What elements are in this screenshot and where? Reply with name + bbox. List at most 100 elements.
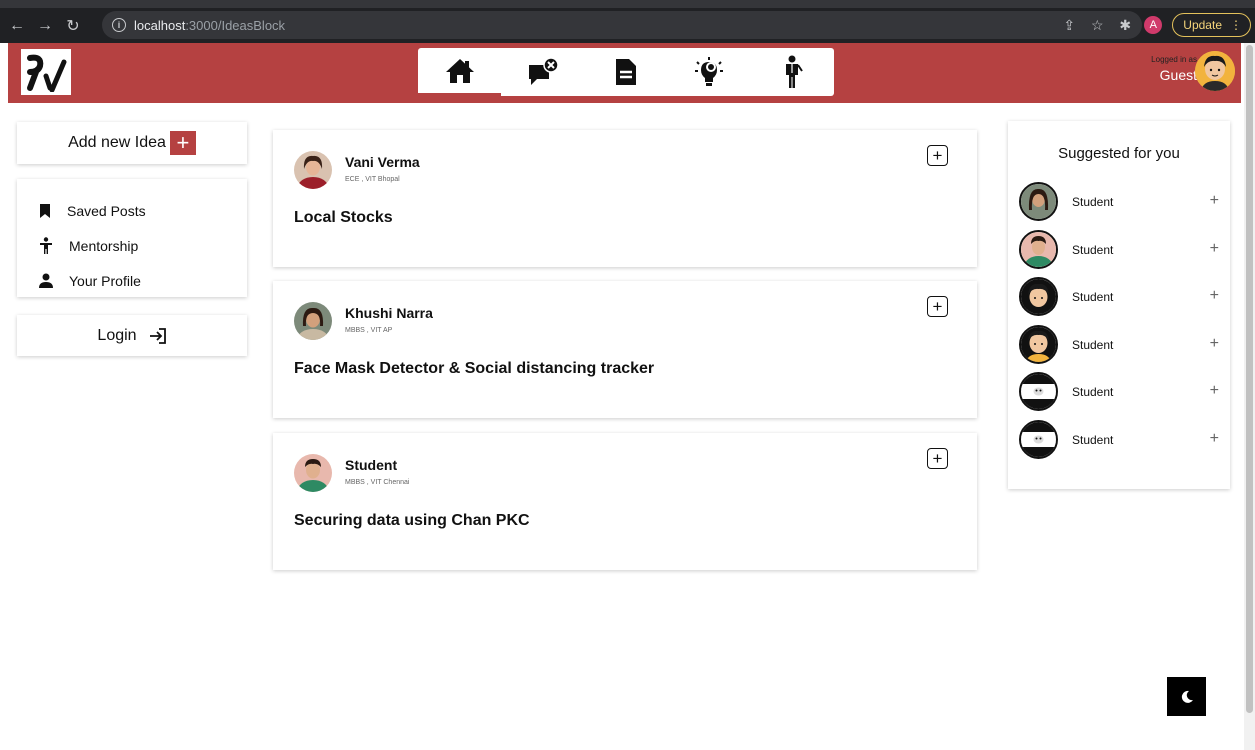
nav-documents[interactable] xyxy=(584,48,667,96)
login-label: Login xyxy=(97,326,137,344)
suggested-avatar[interactable] xyxy=(1019,420,1058,459)
nav-home[interactable] xyxy=(418,48,501,96)
suggested-avatar[interactable] xyxy=(1019,230,1058,269)
login-button[interactable]: Login xyxy=(17,315,247,356)
author-avatar[interactable] xyxy=(294,454,332,492)
lightbulb-icon xyxy=(694,57,723,86)
sidebar-item-mentorship[interactable]: Mentorship xyxy=(17,228,247,263)
profile-avatar[interactable]: A xyxy=(1144,16,1163,34)
app-logo[interactable] xyxy=(21,49,71,95)
logged-in-label: Logged in as xyxy=(1151,55,1197,64)
anonymous-avatar-icon xyxy=(1021,374,1056,409)
browser-toolbar: ← → ↻ i localhost:3000/IdeasBlock ⇪ ☆ ✱ … xyxy=(0,8,1255,43)
anonymous-avatar-icon xyxy=(1021,422,1056,457)
nav-messages[interactable] xyxy=(501,48,584,96)
site-info-icon[interactable]: i xyxy=(112,18,126,32)
idea-post: Khushi Narra MBBS , VIT AP Face Mask Det… xyxy=(273,281,977,418)
suggested-name[interactable]: Student xyxy=(1072,195,1113,209)
add-idea-label: Add new Idea xyxy=(68,134,166,151)
suggested-person: Student + xyxy=(1019,230,1219,270)
suggested-name[interactable]: Student xyxy=(1072,243,1113,257)
add-post-button[interactable]: + xyxy=(927,296,948,317)
cartoon-avatar-icon xyxy=(1021,327,1056,362)
follow-button[interactable]: + xyxy=(1210,430,1219,448)
author-name[interactable]: Student xyxy=(345,457,397,473)
follow-button[interactable]: + xyxy=(1210,382,1219,400)
idea-title[interactable]: Face Mask Detector & Social distancing t… xyxy=(294,360,654,378)
sidebar-item-label: Mentorship xyxy=(69,237,139,254)
suggested-avatar[interactable] xyxy=(1019,182,1058,221)
suggested-title: Suggested for you xyxy=(1058,145,1180,162)
address-bar[interactable]: i localhost:3000/IdeasBlock xyxy=(102,11,1142,39)
suggested-panel: Suggested for you Student + Student + St… xyxy=(1008,121,1230,489)
author-name[interactable]: Khushi Narra xyxy=(345,305,433,321)
suggested-person: Student + xyxy=(1019,182,1219,222)
nav-ideas[interactable] xyxy=(667,48,750,96)
update-button[interactable]: Update ⋮ xyxy=(1172,13,1251,37)
idea-post: Vani Verma ECE , VIT Bhopal Local Stocks… xyxy=(273,130,977,267)
sidebar-item-profile[interactable]: Your Profile xyxy=(17,263,247,298)
photo-avatar-icon xyxy=(1021,184,1056,219)
person-standing-icon xyxy=(40,236,52,254)
login-status: Logged in as Guest xyxy=(1151,55,1197,83)
user-avatar[interactable] xyxy=(1195,51,1235,91)
scrollbar-thumb[interactable] xyxy=(1246,45,1253,713)
suggested-avatar[interactable] xyxy=(1019,372,1058,411)
url-host: localhost xyxy=(134,17,186,33)
follow-button[interactable]: + xyxy=(1210,240,1219,258)
star-icon[interactable]: ☆ xyxy=(1088,17,1106,34)
suggested-person: Student + xyxy=(1019,372,1219,412)
logo-mark-icon xyxy=(27,54,67,92)
chat-icon xyxy=(528,57,559,85)
moon-icon xyxy=(1181,690,1193,703)
page-scrollbar[interactable] xyxy=(1244,43,1255,750)
home-icon xyxy=(445,58,474,83)
dark-mode-toggle[interactable] xyxy=(1167,677,1206,716)
url-path: :3000/IdeasBlock xyxy=(185,17,286,33)
author-name[interactable]: Vani Verma xyxy=(345,154,420,170)
photo-avatar-icon xyxy=(294,454,332,492)
add-post-button[interactable]: + xyxy=(927,448,948,469)
idea-title[interactable]: Securing data using Chan PKC xyxy=(294,512,530,530)
update-label: Update xyxy=(1183,18,1222,32)
user-icon xyxy=(39,273,53,288)
share-icon[interactable]: ⇪ xyxy=(1060,17,1078,34)
bookmark-icon xyxy=(40,203,50,218)
document-icon xyxy=(615,59,636,85)
suggested-name[interactable]: Student xyxy=(1072,338,1113,352)
author-avatar[interactable] xyxy=(294,151,332,189)
author-subtitle: ECE , VIT Bhopal xyxy=(345,176,400,183)
app-header: Logged in as Guest xyxy=(8,43,1241,103)
follow-button[interactable]: + xyxy=(1210,192,1219,210)
sidebar-item-label: Your Profile xyxy=(69,272,141,289)
suggested-name[interactable]: Student xyxy=(1072,290,1113,304)
reload-icon[interactable]: ↻ xyxy=(62,16,84,36)
kebab-menu-icon: ⋮ xyxy=(1230,18,1242,32)
idea-title[interactable]: Local Stocks xyxy=(294,209,393,227)
add-idea-button[interactable]: Add new Idea + xyxy=(17,122,247,164)
forward-icon[interactable]: → xyxy=(34,17,56,35)
suggested-person: Student + xyxy=(1019,325,1219,365)
suggested-person: Student + xyxy=(1019,420,1219,460)
user-name: Guest xyxy=(1159,67,1197,83)
follow-button[interactable]: + xyxy=(1210,287,1219,305)
extensions-icon[interactable]: ✱ xyxy=(1116,17,1134,34)
login-icon xyxy=(149,327,166,344)
author-subtitle: MBBS , VIT Chennai xyxy=(345,479,410,486)
add-post-button[interactable]: + xyxy=(927,145,948,166)
idea-post: Student MBBS , VIT Chennai Securing data… xyxy=(273,433,977,570)
author-avatar[interactable] xyxy=(294,302,332,340)
add-plus-icon: + xyxy=(169,131,196,155)
cartoon-avatar-icon xyxy=(1195,51,1235,91)
author-subtitle: MBBS , VIT AP xyxy=(345,327,393,334)
suggested-avatar[interactable] xyxy=(1019,325,1058,364)
follow-button[interactable]: + xyxy=(1210,335,1219,353)
browser-top-strip xyxy=(0,0,1255,8)
sidebar-item-saved-posts[interactable]: Saved Posts xyxy=(17,193,247,228)
back-icon[interactable]: ← xyxy=(6,17,28,35)
suggested-name[interactable]: Student xyxy=(1072,433,1113,447)
suggested-avatar[interactable] xyxy=(1019,277,1058,316)
sidebar-item-label: Saved Posts xyxy=(67,202,146,219)
suggested-name[interactable]: Student xyxy=(1072,385,1113,399)
nav-mentorship[interactable] xyxy=(750,48,833,96)
